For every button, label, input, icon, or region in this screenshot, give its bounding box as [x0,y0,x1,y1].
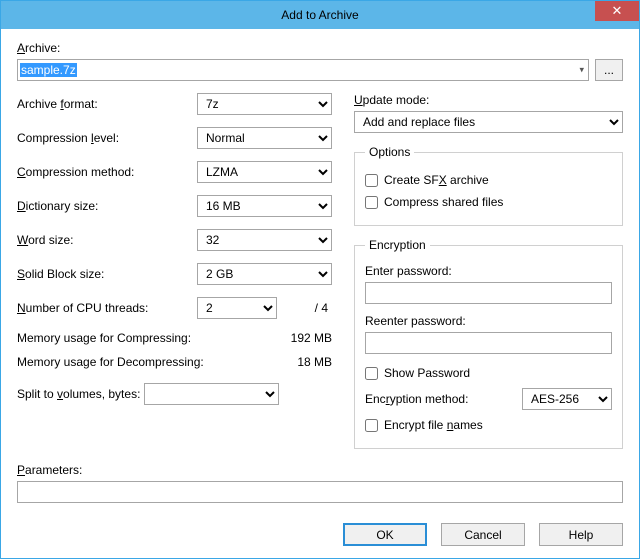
reenter-password-label: Reenter password: [365,314,612,328]
show-password-label: Show Password [384,366,470,380]
encryption-fieldset: Encryption Enter password: Reenter passw… [354,238,623,449]
method-select[interactable]: LZMA [197,161,332,183]
dialog-buttons: OK Cancel Help [1,511,639,558]
archive-row: Archive: sample.7z ▾ ... [17,41,623,81]
dictionary-select[interactable]: 16 MB [197,195,332,217]
block-label: Solid Block size: [17,267,197,281]
level-label: Compression level: [17,131,197,145]
enter-password-input[interactable] [365,282,612,304]
options-fieldset: Options Create SFX archive Compress shar… [354,145,623,226]
cancel-button[interactable]: Cancel [441,523,525,546]
title-bar: Add to Archive ✕ [1,1,639,29]
mem-compress-value: 192 MB [266,331,332,345]
parameters-section: Parameters: [17,463,623,503]
threads-label: Number of CPU threads: [17,301,197,315]
help-button[interactable]: Help [539,523,623,546]
format-label: Archive format: [17,97,197,111]
left-column: Archive format: 7z Compression level: No… [17,93,332,461]
dialog-content: Archive: sample.7z ▾ ... Archive format:… [1,29,639,511]
mem-compress-label: Memory usage for Compressing: [17,331,266,345]
options-legend: Options [365,145,414,159]
compress-shared-checkbox[interactable] [365,196,378,209]
method-label: Compression method: [17,165,197,179]
close-icon: ✕ [612,3,623,19]
enter-password-label: Enter password: [365,264,612,278]
parameters-label: Parameters: [17,463,623,477]
archive-label: Archive: [17,41,623,55]
browse-button[interactable]: ... [595,59,623,81]
threads-select[interactable]: 2 [197,297,277,319]
ok-button[interactable]: OK [343,523,427,546]
dictionary-label: Dictionary size: [17,199,197,213]
encrypt-names-checkbox[interactable] [365,419,378,432]
word-select[interactable]: 32 [197,229,332,251]
enc-method-select[interactable]: AES-256 [522,388,612,410]
enc-method-label: Encryption method: [365,392,514,406]
update-label: Update mode: [354,93,429,107]
dialog-title: Add to Archive [281,8,358,22]
level-select[interactable]: Normal [197,127,332,149]
dialog-window: Add to Archive ✕ Archive: sample.7z ▾ ..… [0,0,640,559]
create-sfx-checkbox[interactable] [365,174,378,187]
block-select[interactable]: 2 GB [197,263,332,285]
parameters-input[interactable] [17,481,623,503]
right-column: Update mode: Add and replace files Optio… [354,93,623,461]
compress-shared-label: Compress shared files [384,195,503,209]
reenter-password-input[interactable] [365,332,612,354]
encrypt-names-label: Encrypt file names [384,418,483,432]
split-select[interactable] [144,383,279,405]
split-label: Split to volumes, bytes: [17,387,140,401]
close-button[interactable]: ✕ [595,1,639,21]
mem-decompress-label: Memory usage for Decompressing: [17,355,266,369]
show-password-checkbox[interactable] [365,367,378,380]
archive-value: sample.7z [20,63,77,77]
archive-combobox[interactable]: sample.7z ▾ [17,59,589,81]
create-sfx-label: Create SFX archive [384,173,489,187]
chevron-down-icon: ▾ [579,65,584,76]
encryption-legend: Encryption [365,238,430,252]
threads-max: / 4 [283,301,332,315]
format-select[interactable]: 7z [197,93,332,115]
mem-decompress-value: 18 MB [266,355,332,369]
word-label: Word size: [17,233,197,247]
update-select[interactable]: Add and replace files [354,111,623,133]
